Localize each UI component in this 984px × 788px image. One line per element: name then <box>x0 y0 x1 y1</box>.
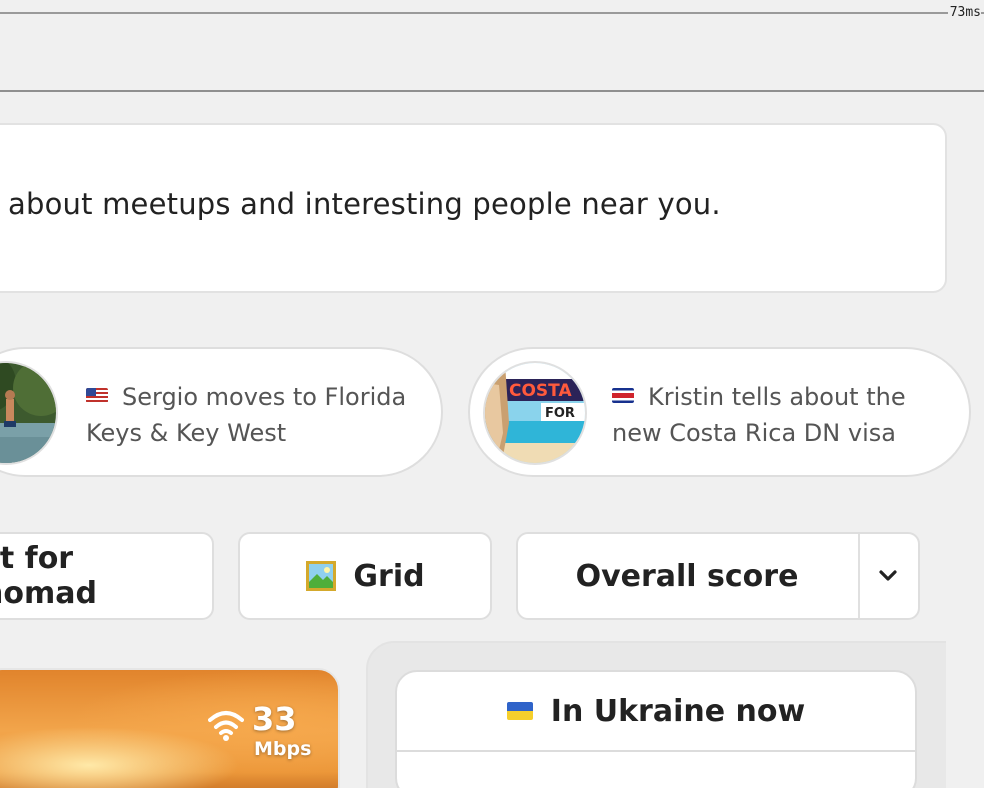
timing-readout: 73ms <box>947 5 981 20</box>
us-flag-icon <box>86 388 108 403</box>
in-country-now-header: In Ukraine now <box>397 672 915 752</box>
wifi-icon <box>208 711 244 741</box>
meetups-notice-card: about meetups and interesting people nea… <box>0 123 947 293</box>
costa-rica-flag-icon <box>612 388 634 403</box>
best-for-nomad-button[interactable]: st for nomad <box>0 532 214 620</box>
in-country-now-card: In Ukraine now <box>395 670 917 788</box>
story-sergio[interactable]: Sergio moves to Florida Keys & Key West <box>0 347 443 477</box>
internet-speed-value: 33 <box>252 700 297 738</box>
notice-text: about meetups and interesting people nea… <box>8 187 721 221</box>
dropdown-divider <box>858 534 860 618</box>
grid-label: Grid <box>353 558 425 594</box>
header-bar <box>0 14 984 92</box>
grid-view-button[interactable]: Grid <box>238 532 492 620</box>
svg-text:COSTA: COSTA <box>509 381 572 401</box>
sort-dropdown[interactable]: Overall score <box>516 532 920 620</box>
internet-speed-unit: Mbps <box>254 738 312 760</box>
story-text: Sergio moves to Florida Keys & Key West <box>86 383 407 447</box>
top-divider <box>0 12 984 14</box>
ukraine-flag-icon <box>506 702 533 720</box>
chevron-down-icon[interactable] <box>876 564 900 588</box>
best-for-nomad-label: st for nomad <box>0 541 97 611</box>
story-thumbnail <box>0 361 58 465</box>
svg-text:FOR: FOR <box>545 406 575 421</box>
city-card[interactable]: 33 Mbps <box>0 668 340 788</box>
sort-label: Overall score <box>575 558 799 594</box>
story-kristin[interactable]: COSTA FOR Kristin tells about the new Co… <box>468 347 971 477</box>
in-country-now-title: In Ukraine now <box>550 693 806 729</box>
grid-icon <box>305 560 337 592</box>
story-thumbnail: COSTA FOR <box>483 361 587 465</box>
story-text: Kristin tells about the new Costa Rica D… <box>612 383 906 447</box>
